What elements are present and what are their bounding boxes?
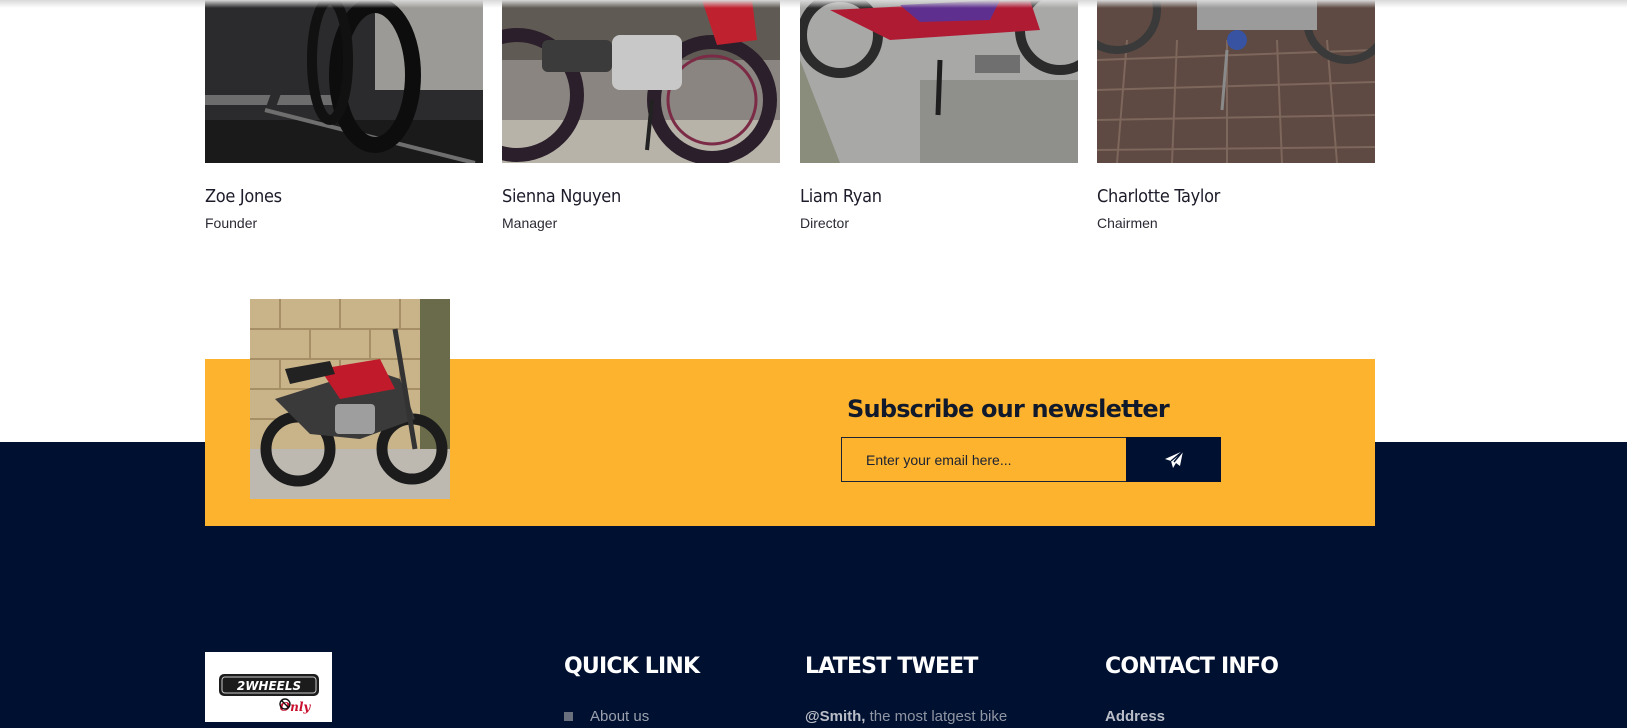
brand-logo: 2WHEELS Only: [218, 674, 319, 714]
team-member-role: Director: [800, 215, 850, 231]
contact-address-label: Address: [1105, 708, 1166, 725]
latest-tweet-heading: LATEST TWEET: [805, 654, 978, 679]
team-member-name: Liam Ryan: [800, 186, 882, 207]
team-member-role: Founder: [205, 215, 258, 231]
svg-text:2WHEELS: 2WHEELS: [236, 679, 300, 693]
tweet-handle[interactable]: @Smith,: [805, 708, 865, 725]
newsletter-form: [841, 437, 1221, 482]
send-icon: [1164, 449, 1184, 468]
svg-text:Only: Only: [279, 700, 311, 714]
team-member-role: Manager: [502, 215, 558, 231]
team-member-role: Chairmen: [1097, 215, 1158, 231]
quick-link-heading: QUICK LINK: [564, 654, 700, 679]
team-photo: [502, 0, 780, 163]
quick-link-about-us[interactable]: About us: [564, 708, 649, 725]
header-shadow: [0, 0, 1627, 8]
contact-info-heading: CONTACT INFO: [1105, 654, 1279, 679]
team-photo: [205, 0, 483, 163]
email-input[interactable]: [841, 437, 1127, 482]
team-photo: [800, 0, 1078, 163]
square-bullet-icon: [564, 712, 573, 721]
tweet-text: @Smith, the most latgest bike: [805, 708, 1007, 725]
team-member-name: Sienna Nguyen: [502, 186, 621, 207]
footer-logo[interactable]: 2WHEELS Only: [205, 652, 332, 722]
tweet-body: the most latgest bike: [865, 708, 1008, 725]
team-member-name: Zoe Jones: [205, 186, 282, 207]
team-member-name: Charlotte Taylor: [1097, 186, 1221, 207]
newsletter-motorcycle-image: [250, 299, 450, 499]
team-photo: [1097, 0, 1375, 163]
quick-link-label: About us: [590, 708, 650, 725]
subscribe-button[interactable]: [1126, 437, 1221, 482]
